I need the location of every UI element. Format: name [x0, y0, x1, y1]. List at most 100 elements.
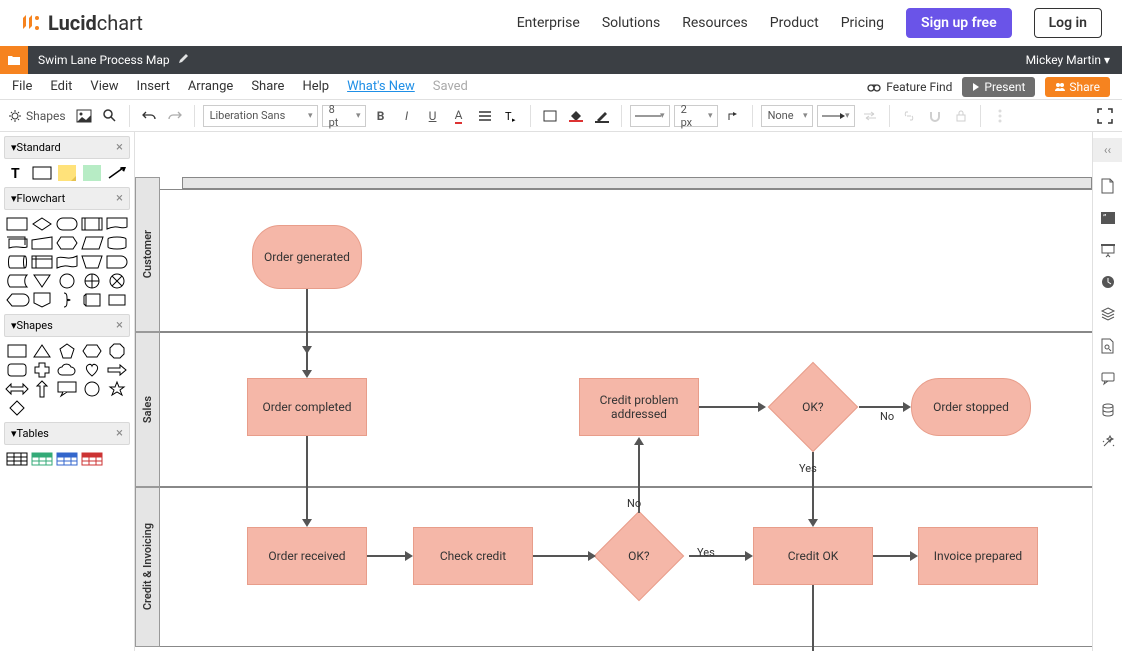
shape-rect[interactable] [31, 165, 53, 181]
font-select[interactable]: Liberation Sans [203, 105, 318, 127]
redo-button[interactable] [164, 104, 186, 128]
logo[interactable]: Lucidchart [20, 11, 143, 35]
line-start-select[interactable]: None [761, 105, 813, 127]
node-order-generated[interactable]: Order generated [252, 225, 362, 289]
swap-ends-button[interactable] [859, 104, 881, 128]
nav-solutions[interactable]: Solutions [602, 15, 660, 31]
rail-collapse[interactable]: ‹‹ [1093, 138, 1122, 162]
align-button[interactable] [474, 104, 496, 128]
fc-card[interactable] [106, 292, 128, 308]
nav-product[interactable]: Product [770, 15, 819, 31]
sh-arrow-r[interactable] [106, 362, 128, 378]
fc-predefined[interactable] [81, 216, 103, 232]
line-style-select[interactable] [630, 105, 670, 127]
sh-cross[interactable] [31, 362, 53, 378]
search-button[interactable] [99, 104, 121, 128]
sh-star[interactable] [106, 381, 128, 397]
image-button[interactable] [73, 104, 95, 128]
fc-process[interactable] [6, 216, 28, 232]
fc-data[interactable] [81, 235, 103, 251]
lane-sales[interactable]: Sales [135, 332, 160, 487]
tbl-2[interactable] [31, 451, 53, 467]
tbl-1[interactable] [6, 451, 28, 467]
fill-button[interactable] [539, 104, 561, 128]
fc-papertape[interactable] [56, 254, 78, 270]
fc-note[interactable] [81, 292, 103, 308]
sh-cloud[interactable] [56, 362, 78, 378]
shapes-toggle[interactable]: Shapes [6, 104, 69, 128]
shape-note-green[interactable] [81, 165, 103, 181]
tbl-3[interactable] [56, 451, 78, 467]
quote-icon[interactable]: ” [1100, 210, 1116, 226]
underline-button[interactable]: U [422, 104, 444, 128]
line-width-select[interactable]: 2 px [674, 105, 718, 127]
lane-credit[interactable]: Credit & Invoicing [135, 487, 160, 647]
signup-button[interactable]: Sign up free [906, 8, 1012, 38]
data-icon[interactable] [1100, 402, 1116, 418]
history-icon[interactable] [1100, 274, 1116, 290]
sh-circle[interactable] [81, 381, 103, 397]
shape-note-yellow[interactable] [56, 165, 78, 181]
fc-database[interactable] [106, 235, 128, 251]
comments-icon[interactable] [1100, 370, 1116, 386]
fc-or[interactable] [81, 273, 103, 289]
text-options-button[interactable]: T▸ [500, 104, 522, 128]
menu-insert[interactable]: Insert [137, 79, 170, 94]
line-angle-button[interactable] [722, 104, 744, 128]
fc-sum[interactable] [106, 273, 128, 289]
magnet-button[interactable] [924, 104, 946, 128]
folder-icon[interactable] [0, 46, 28, 74]
fc-document[interactable] [106, 216, 128, 232]
fc-brace-r[interactable] [56, 292, 78, 308]
font-size-select[interactable]: 8 pt [322, 105, 366, 127]
sh-arrow-u[interactable] [31, 381, 53, 397]
fc-terminator[interactable] [56, 216, 78, 232]
menu-help[interactable]: Help [302, 79, 329, 94]
node-order-completed[interactable]: Order completed [247, 378, 367, 436]
magic-icon[interactable] [1100, 434, 1116, 450]
fc-stored[interactable] [6, 273, 28, 289]
sh-diamond[interactable] [6, 400, 28, 416]
sh-heart[interactable] [81, 362, 103, 378]
fc-manual-input[interactable] [31, 235, 53, 251]
share-button[interactable]: Share [1045, 77, 1110, 97]
document-user[interactable]: Mickey Martin ▾ [1026, 53, 1110, 67]
node-check-credit[interactable]: Check credit [413, 527, 533, 585]
shape-text[interactable]: T [6, 165, 28, 181]
presentation-icon[interactable] [1100, 242, 1116, 258]
menu-share[interactable]: Share [251, 79, 284, 94]
fc-display[interactable] [6, 292, 28, 308]
fc-offpage[interactable] [31, 292, 53, 308]
menu-view[interactable]: View [90, 79, 118, 94]
node-invoice-prepared[interactable]: Invoice prepared [918, 527, 1038, 585]
layers-icon[interactable] [1100, 306, 1116, 322]
shape-arrow[interactable] [106, 165, 128, 181]
lock-button[interactable] [950, 104, 972, 128]
sh-hexagon[interactable] [81, 343, 103, 359]
fc-connector[interactable] [56, 273, 78, 289]
document-title[interactable]: Swim Lane Process Map [38, 53, 170, 67]
menu-file[interactable]: File [12, 79, 32, 94]
sh-arrow-lr[interactable] [6, 381, 28, 397]
close-icon[interactable]: × [116, 426, 123, 441]
node-order-stopped[interactable]: Order stopped [911, 378, 1031, 436]
page-icon[interactable] [1100, 178, 1116, 194]
fc-multidoc[interactable] [6, 235, 28, 251]
sh-rect[interactable] [6, 343, 28, 359]
nav-enterprise[interactable]: Enterprise [517, 15, 580, 31]
menu-edit[interactable]: Edit [50, 79, 72, 94]
pencil-icon[interactable] [178, 53, 189, 67]
fc-preparation[interactable] [56, 235, 78, 251]
panel-standard[interactable]: ▾ Standard× [4, 136, 130, 159]
close-icon[interactable]: × [116, 191, 123, 206]
present-button[interactable]: Present [962, 77, 1035, 97]
panel-flowchart[interactable]: ▾ Flowchart× [4, 187, 130, 210]
fullscreen-button[interactable] [1094, 104, 1116, 128]
fc-manualop[interactable] [81, 254, 103, 270]
node-credit-problem[interactable]: Credit problem addressed [579, 378, 699, 436]
line-end-select[interactable] [817, 105, 855, 127]
menu-arrange[interactable]: Arrange [188, 79, 233, 94]
lane-customer[interactable]: Customer [135, 177, 160, 332]
login-button[interactable]: Log in [1034, 8, 1102, 38]
sh-pentagon[interactable] [56, 343, 78, 359]
